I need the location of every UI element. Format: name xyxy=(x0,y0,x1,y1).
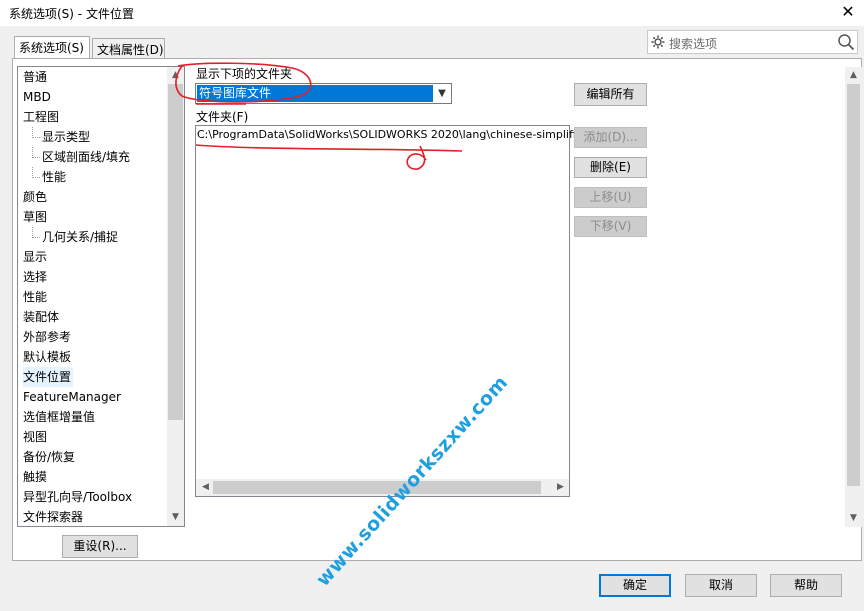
red-annotation-marks xyxy=(175,62,463,170)
